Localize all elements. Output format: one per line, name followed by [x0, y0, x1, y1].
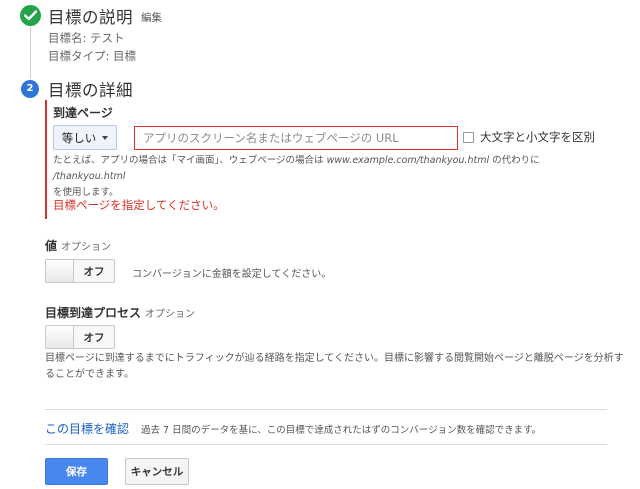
case-sensitive-label: 大文字と小文字を区別: [480, 130, 595, 144]
chevron-down-icon: [102, 135, 109, 140]
example-url: www.example.com/thankyou.html: [326, 155, 490, 166]
destination-help-text: たとえば、アプリの場合は「マイ画面」、ウェブページの場合は www.exampl…: [53, 155, 540, 198]
cancel-button[interactable]: キャンセル: [125, 458, 189, 485]
toggle-knob: [46, 260, 74, 282]
error-indicator-bar: [45, 100, 47, 219]
value-description: コンバージョンに金額を設定してください。: [132, 269, 332, 280]
funnel-description: 目標ページに到達するまでにトラフィックが辿る経路を指定してください。目標に影響す…: [45, 353, 624, 380]
destination-label: 到達ページ: [53, 106, 113, 120]
funnel-section-label: 目標到達プロセス オプション: [45, 306, 196, 320]
destination-error-message: 目標ページを指定してください。: [53, 198, 225, 212]
divider-top: [45, 409, 607, 410]
step-complete-check-icon: [20, 5, 41, 26]
toggle-knob: [46, 326, 74, 348]
verify-description: 過去 7 日間のデータを基に、この目標で達成されたはずのコンバージョン数を確認で…: [141, 425, 542, 436]
step2-number-badge: 2: [21, 80, 39, 98]
edit-step1-link[interactable]: 編集: [141, 10, 162, 25]
example-path: /thankyou.html: [53, 171, 126, 182]
value-section-label: 値オプション: [45, 239, 112, 253]
step-connector-line: [30, 27, 31, 79]
value-toggle[interactable]: オフ: [45, 259, 115, 283]
save-button[interactable]: 保存: [45, 458, 108, 485]
case-sensitive-checkbox[interactable]: [463, 132, 474, 143]
funnel-toggle[interactable]: オフ: [45, 325, 115, 349]
verify-goal-link[interactable]: この目標を確認: [45, 420, 129, 437]
match-type-value: 等しい: [61, 130, 97, 145]
funnel-toggle-label: オフ: [74, 326, 114, 348]
goal-name-text: 目標名: テスト: [48, 31, 125, 45]
goal-type-text: 目標タイプ: 目標: [48, 49, 137, 63]
value-optional-tag: オプション: [61, 242, 112, 253]
step1-title: 目標の説明: [48, 8, 133, 27]
funnel-optional-tag: オプション: [145, 309, 196, 320]
step2-title: 目標の詳細: [48, 81, 133, 100]
value-toggle-label: オフ: [74, 260, 114, 282]
divider-bottom: [45, 444, 607, 445]
destination-url-input[interactable]: [134, 126, 458, 150]
match-type-dropdown[interactable]: 等しい: [53, 125, 117, 150]
